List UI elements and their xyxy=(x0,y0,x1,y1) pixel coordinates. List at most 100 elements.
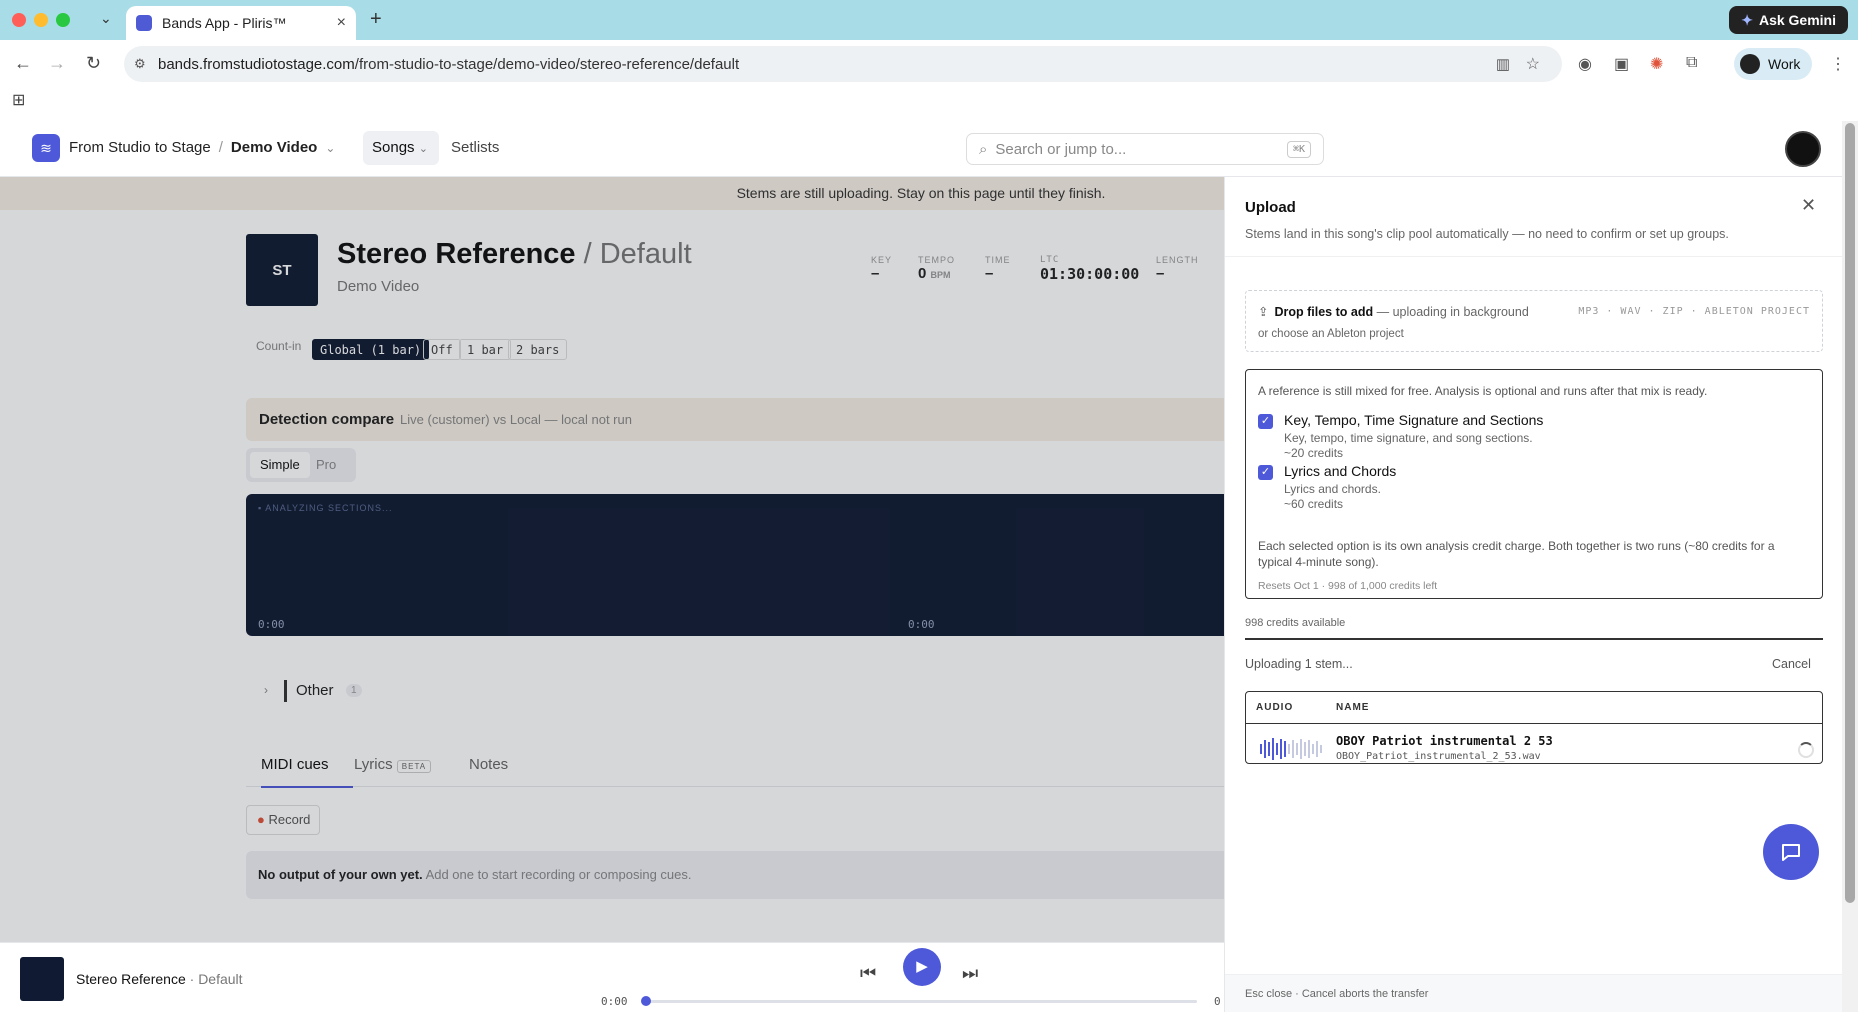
app-header: ≋ From Studio to Stage / Demo Video ⌄ Songs… xyxy=(0,121,1842,177)
upload-icon: ⇪ xyxy=(1258,305,1269,319)
player-artwork xyxy=(20,957,64,1001)
player-time-end: 0 xyxy=(1214,995,1221,1008)
meta-key: KEY – xyxy=(871,255,893,282)
song-page: Stems are still uploading. Stay on this … xyxy=(0,177,1224,942)
stem-table: AUDIO NAME OBOY Patriot instrumental 2 5… xyxy=(1245,691,1823,764)
countin-1-bar[interactable]: 1 bar xyxy=(459,339,512,360)
profile-avatar xyxy=(1740,54,1760,74)
countin-2-bars[interactable]: 2 bars xyxy=(508,339,568,360)
back-icon[interactable]: ← xyxy=(14,53,32,74)
extensions-puzzle-icon[interactable]: ⧉ xyxy=(1686,54,1697,72)
countin-off[interactable]: Off xyxy=(423,339,461,360)
mode-pro[interactable]: Pro xyxy=(306,452,346,478)
browser-tab[interactable]: Bands App - Pliris™ × xyxy=(126,6,356,40)
favicon-icon xyxy=(136,15,152,31)
tab-midi-cues[interactable]: MIDI cues xyxy=(261,756,353,788)
waveform-display[interactable]: ▪ ANALYZING SECTIONS... 0:00 0:00 xyxy=(246,494,1224,636)
minimize-window-button[interactable] xyxy=(34,13,48,27)
bookmark-star-icon[interactable]: ☆ xyxy=(1526,54,1540,74)
record-button[interactable]: ● Record xyxy=(246,805,320,835)
search-shortcut: ⌘K xyxy=(1286,140,1311,158)
play-button[interactable]: ▶ xyxy=(903,948,941,986)
credit-footnote: Each selected option is its own analysis… xyxy=(1258,539,1775,569)
audio-player: Stereo Reference · Default ⏮ ▶ ⏭ 0:00 0 xyxy=(0,942,1224,1012)
app-logo-icon[interactable]: ≋ xyxy=(32,134,60,162)
choose-ableton-link[interactable]: or choose an Ableton project xyxy=(1258,328,1404,340)
stem-filename: OBOY_Patriot_instrumental_2_53.wav xyxy=(1336,751,1541,762)
player-time-start: 0:00 xyxy=(601,995,628,1008)
mode-simple[interactable]: Simple xyxy=(250,452,310,478)
checkbox-checked-icon[interactable]: ✓ xyxy=(1258,465,1273,480)
url-path: /from-studio-to-stage/demo-video/stereo-… xyxy=(354,55,740,73)
reader-mode-icon[interactable]: ▥ xyxy=(1496,55,1510,73)
col-audio: AUDIO xyxy=(1256,702,1294,713)
songs-chevron-down-icon: ⌄ xyxy=(418,143,428,155)
accepted-formats: MP3 · WAV · ZIP · ABLETON PROJECT xyxy=(1578,306,1810,317)
url-host: bands.fromstudiotostage.com xyxy=(158,55,355,73)
camera-icon[interactable]: ▣ xyxy=(1614,54,1629,74)
browser-tab-bar: ⌄ Bands App - Pliris™ × + ✦ Ask Gemini xyxy=(0,0,1858,40)
nav-songs[interactable]: Songs ⌄ xyxy=(363,131,439,165)
seek-bar[interactable] xyxy=(645,1000,1197,1003)
group-row[interactable]: › Other 1 xyxy=(246,673,1224,709)
waveform-time-mid: 0:00 xyxy=(908,618,935,631)
meta-time: TIME – xyxy=(985,255,1011,282)
panel-description: Stems land in this song's clip pool auto… xyxy=(1245,227,1729,241)
chat-bubble-icon xyxy=(1782,844,1800,861)
player-track: Stereo Reference · Default xyxy=(76,971,243,987)
profile-button[interactable]: Work xyxy=(1734,48,1812,80)
group-color-bar xyxy=(284,680,287,702)
close-tab-icon[interactable]: × xyxy=(337,14,346,32)
tab-list-chevron-icon[interactable]: ⌄ xyxy=(100,10,112,27)
user-avatar[interactable] xyxy=(1785,131,1821,167)
record-dot-icon: ● xyxy=(257,812,265,827)
breadcrumb-project[interactable]: Demo Video xyxy=(231,139,317,156)
countin-label: Count-in xyxy=(256,339,302,353)
analysis-options: A reference is still mixed for free. Ana… xyxy=(1245,369,1823,599)
project-chevron-down-icon[interactable]: ⌄ xyxy=(325,141,335,155)
reload-icon[interactable]: ↻ xyxy=(86,53,101,74)
cancel-upload-button[interactable]: Cancel xyxy=(1772,657,1811,671)
address-bar[interactable]: ⚙ bands.fromstudiotostage.com/from-studi… xyxy=(124,46,1562,82)
page-scrollbar[interactable] xyxy=(1842,121,1858,1012)
tab-notes[interactable]: Notes xyxy=(469,756,508,773)
breadcrumb-org[interactable]: From Studio to Stage xyxy=(69,139,211,156)
forward-icon[interactable]: → xyxy=(48,53,66,74)
waveform-time-start: 0:00 xyxy=(258,618,285,631)
search-placeholder: Search or jump to... xyxy=(995,140,1127,158)
nav-setlists[interactable]: Setlists xyxy=(451,139,499,156)
skip-back-icon[interactable]: ⏮ xyxy=(860,963,876,984)
gemini-sparkle-icon: ✦ xyxy=(1741,11,1753,28)
apps-grid-icon[interactable]: ⊞ xyxy=(12,90,25,110)
browser-menu-icon[interactable]: ⋮ xyxy=(1830,54,1846,74)
drop-zone[interactable]: ⇪ Drop files to add — uploading in backgr… xyxy=(1245,290,1823,352)
meta-length: LENGTH – xyxy=(1156,255,1199,282)
divider xyxy=(1225,256,1843,257)
extension-burst-icon[interactable]: ✺ xyxy=(1650,54,1663,74)
ask-gemini-button[interactable]: ✦ Ask Gemini xyxy=(1729,6,1848,34)
beta-badge: BETA xyxy=(396,760,432,773)
checkbox-checked-icon[interactable]: ✓ xyxy=(1258,414,1273,429)
credit-resets: Resets Oct 1 · 998 of 1,000 credits left xyxy=(1258,580,1438,592)
site-info-icon[interactable]: ⚙ xyxy=(134,56,146,72)
search-input[interactable]: ⌕ Search or jump to... ⌘K xyxy=(966,133,1324,165)
close-window-button[interactable] xyxy=(12,13,26,27)
progress-divider xyxy=(1245,638,1823,640)
song-project: Demo Video xyxy=(337,278,420,295)
no-output-notice: No output of your own yet. Add one to st… xyxy=(246,851,1224,899)
upload-warning-banner: Stems are still uploading. Stay on this … xyxy=(0,177,1224,210)
extension-shield-icon[interactable]: ◉ xyxy=(1578,54,1592,74)
seek-handle[interactable] xyxy=(641,996,651,1006)
skip-forward-icon[interactable]: ⏭ xyxy=(962,963,978,984)
countin-global[interactable]: Global (1 bar) xyxy=(312,339,430,360)
waveform-status: ▪ ANALYZING SECTIONS... xyxy=(258,503,393,513)
close-icon[interactable]: ✕ xyxy=(1801,195,1816,216)
tab-lyrics[interactable]: Lyrics BETA xyxy=(354,756,432,773)
breadcrumb-separator: / xyxy=(218,139,223,156)
panel-title: Upload xyxy=(1245,199,1296,216)
scrollbar-thumb[interactable] xyxy=(1845,123,1855,903)
new-tab-icon[interactable]: + xyxy=(370,8,382,31)
maximize-window-button[interactable] xyxy=(56,13,70,27)
chat-button[interactable] xyxy=(1763,824,1819,880)
breadcrumb: From Studio to Stage / Demo Video ⌄ xyxy=(69,139,335,156)
